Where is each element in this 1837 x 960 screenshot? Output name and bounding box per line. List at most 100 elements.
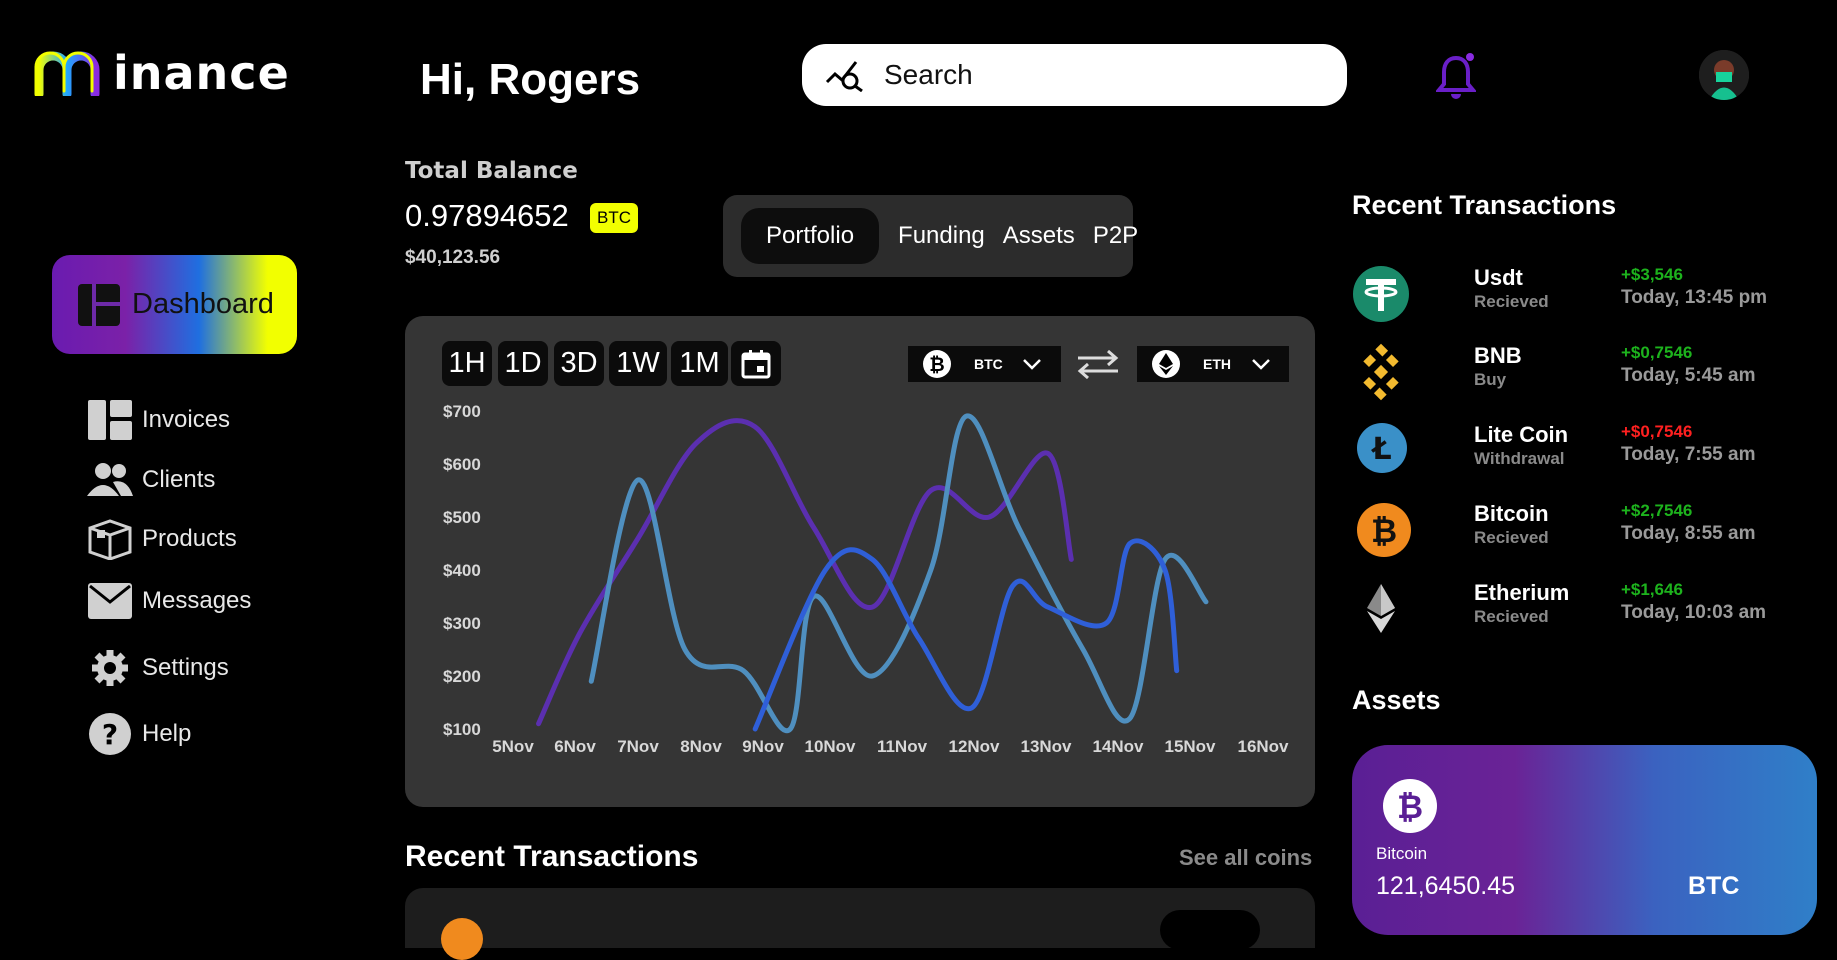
tab-assets[interactable]: Assets	[994, 222, 1084, 250]
transaction-type: Withdrawal	[1474, 449, 1565, 468]
transaction-type: Buy	[1474, 370, 1507, 389]
tab-funding[interactable]: Funding	[889, 222, 994, 250]
y-tick-label: $100	[443, 720, 481, 739]
transaction-amount: +$1,646	[1621, 580, 1683, 599]
sidebar-item-products[interactable]: Products	[87, 516, 237, 562]
sidebar-item-dashboard[interactable]: Dashboard	[52, 255, 297, 354]
sidebar-item-clients[interactable]: Clients	[87, 457, 215, 503]
asset-value: 121,6450.45	[1376, 872, 1516, 900]
messages-icon	[87, 578, 133, 624]
logo-text: inance	[113, 46, 290, 100]
bitcoin-icon: ₿	[1357, 503, 1411, 557]
transaction-time: Today, 10:03 am	[1621, 602, 1767, 623]
currency-badge: BTC	[590, 203, 638, 233]
total-balance-label: Total Balance	[405, 158, 578, 184]
price-chart: $700 $600 $500 $400 $300 $200 $100 5Nov 6Nov 7Nov…	[443, 402, 1289, 756]
y-tick-label: $500	[443, 508, 481, 527]
greeting: Hi, Rogers	[420, 55, 641, 104]
transaction-time: Today, 7:55 am	[1621, 444, 1756, 465]
y-tick-label: $200	[443, 667, 481, 686]
sidebar-item-invoices[interactable]: Invoices	[87, 397, 230, 443]
transaction-time: Today, 8:55 am	[1621, 523, 1756, 544]
sidebar-item-label: Clients	[142, 466, 216, 493]
x-tick-label: 11Nov	[877, 737, 928, 756]
y-tick-label: $700	[443, 402, 481, 421]
sidebar-item-label: Products	[142, 525, 237, 552]
coin-icon	[441, 918, 483, 960]
svg-text:₿: ₿	[1397, 788, 1423, 826]
svg-text:Ł: Ł	[1370, 432, 1391, 467]
x-tick-label: 7Nov	[617, 737, 659, 756]
avatar[interactable]	[1699, 50, 1749, 100]
x-tick-label: 14Nov	[1092, 737, 1144, 756]
y-tick-label: $300	[443, 614, 481, 633]
logo-m-icon	[34, 51, 100, 96]
transaction-amount: +$0,7546	[1621, 422, 1693, 441]
search-icon	[825, 61, 863, 92]
x-tick-label: 5Nov	[492, 737, 534, 756]
help-icon: ?	[87, 711, 133, 757]
total-balance-usd: $40,123.56	[405, 247, 501, 268]
svg-text:?: ?	[102, 718, 118, 751]
user-photo-icon	[1699, 50, 1749, 100]
transaction-amount: +$0,7546	[1621, 343, 1693, 362]
transaction-row[interactable]: Etherium Recieved +$1,646 Today, 10:03 a…	[1352, 580, 1812, 640]
asset-name: Bitcoin	[1376, 844, 1428, 863]
litecoin-icon: Ł	[1357, 423, 1407, 473]
clients-icon	[87, 457, 133, 503]
notification-button[interactable]	[1434, 52, 1478, 105]
transaction-row[interactable]: BNB Buy +$0,7546 Today, 5:45 am	[1352, 343, 1812, 403]
sidebar-item-help[interactable]: ? Help	[87, 711, 191, 757]
bell-icon	[1434, 53, 1478, 99]
products-icon	[87, 516, 133, 562]
transactions-table	[405, 888, 1315, 960]
sidebar-item-settings[interactable]: Settings	[87, 645, 229, 691]
series-line-3	[752, 538, 1180, 732]
x-tick-label: 8Nov	[680, 737, 722, 756]
assets-title: Assets	[1352, 685, 1441, 715]
y-tick-label: $400	[443, 561, 481, 580]
tab-p2p[interactable]: P2P	[1084, 222, 1147, 250]
sidebar-item-label: Messages	[142, 587, 252, 614]
invoices-icon	[87, 397, 133, 443]
see-all-coins-link[interactable]: See all coins	[1179, 845, 1312, 871]
tab-portfolio[interactable]: Portfolio	[741, 208, 880, 264]
settings-icon	[87, 645, 133, 691]
transaction-time: Today, 5:45 am	[1621, 365, 1756, 386]
series-line-1	[536, 418, 1074, 727]
total-balance-value: 0.97894652	[405, 198, 569, 233]
ethereum-icon	[1367, 584, 1395, 633]
transaction-type: Recieved	[1474, 292, 1549, 311]
wallet-tabs: Portfolio Funding Assets P2P	[723, 195, 1138, 277]
row-action-button[interactable]	[1160, 910, 1260, 950]
x-tick-label: 6Nov	[554, 737, 596, 756]
transaction-type: Recieved	[1474, 607, 1549, 626]
x-tick-label: 15Nov	[1164, 737, 1216, 756]
bnb-icon	[1363, 343, 1399, 401]
transaction-coin-name: Etherium	[1474, 580, 1570, 605]
bottom-section-title: Recent Transactions	[405, 840, 699, 873]
brand-logo[interactable]: inance	[33, 50, 290, 96]
transaction-row[interactable]: Ł Lite Coin Withdrawal +$0,7546 Today, 7…	[1352, 422, 1812, 482]
transaction-type: Recieved	[1474, 528, 1549, 547]
search-input[interactable]	[882, 58, 1326, 92]
transaction-row[interactable]: Usdt Recieved +$3,546 Today, 13:45 pm	[1352, 265, 1812, 325]
transaction-amount: +$3,546	[1621, 265, 1683, 284]
x-tick-label: 13Nov	[1020, 737, 1072, 756]
sidebar-item-label: Help	[142, 720, 192, 747]
transaction-row[interactable]: ₿ Bitcoin Recieved +$2,7546 Today, 8:55 …	[1352, 501, 1812, 561]
x-tick-label: 12Nov	[948, 737, 1000, 756]
recent-transactions-title: Recent Transactions	[1352, 190, 1617, 220]
asset-card[interactable]: ₿ Bitcoin 121,6450.45 BTC	[1352, 745, 1817, 935]
sidebar-item-label: Invoices	[142, 406, 231, 433]
sidebar-item-label: Settings	[142, 654, 229, 681]
sidebar-item-label: Dashboard	[132, 288, 274, 320]
x-tick-label: 10Nov	[804, 737, 856, 756]
dashboard-icon	[78, 283, 120, 326]
usdt-icon	[1353, 266, 1409, 322]
transaction-coin-name: Bitcoin	[1474, 501, 1549, 526]
sidebar-item-messages[interactable]: Messages	[87, 578, 251, 624]
svg-text:₿: ₿	[1371, 512, 1397, 550]
bitcoin-icon: ₿	[1383, 779, 1437, 833]
search-bar[interactable]	[802, 44, 1347, 106]
